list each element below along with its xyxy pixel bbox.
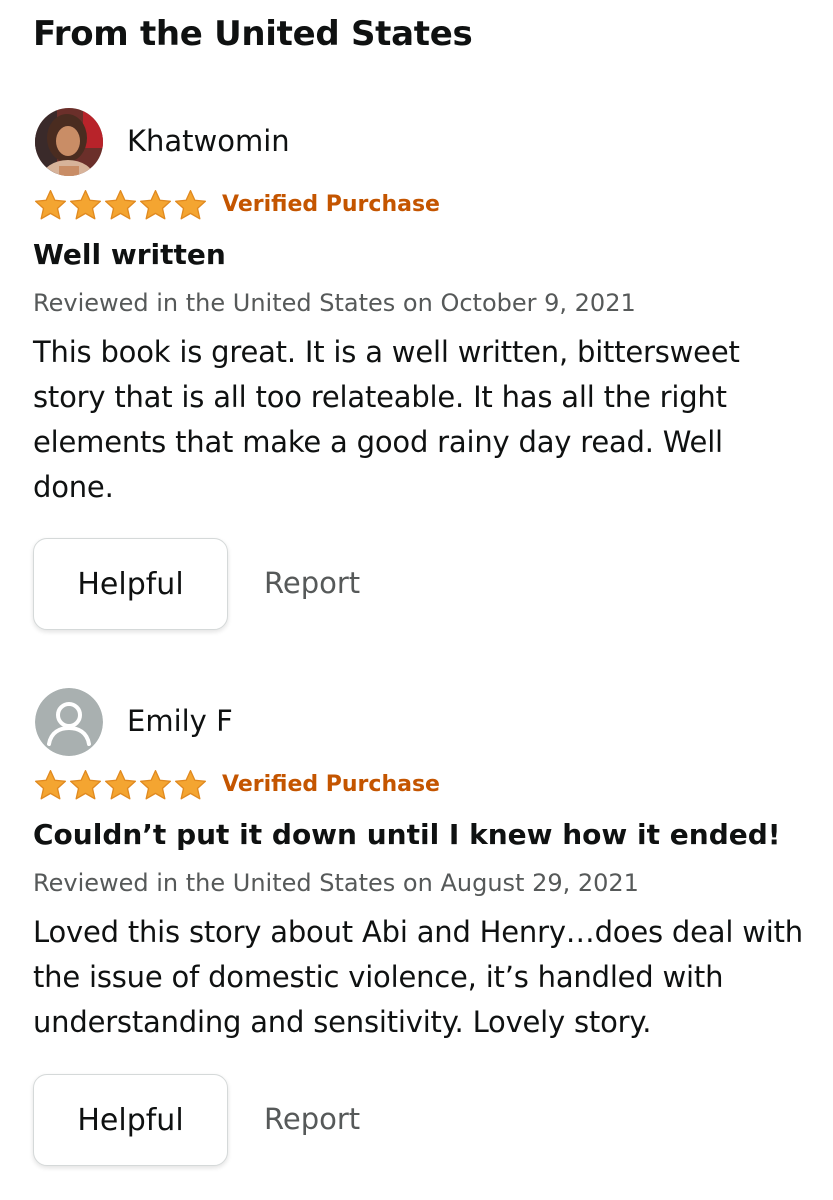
star-rating[interactable]: [33, 188, 208, 223]
star-icon: [69, 189, 102, 220]
avatar: [35, 108, 103, 176]
star-icon: [34, 769, 67, 800]
report-link[interactable]: Report: [264, 566, 360, 600]
star-icon: [104, 769, 137, 800]
star-icon: [139, 189, 172, 220]
section-heading: From the United States: [33, 14, 473, 54]
review-title: Couldn’t put it down until I knew how it…: [33, 818, 781, 851]
star-icon: [104, 189, 137, 220]
helpful-button[interactable]: Helpful: [33, 1074, 228, 1166]
report-link[interactable]: Report: [264, 1102, 360, 1136]
star-icon: [139, 769, 172, 800]
avatar: [35, 688, 103, 756]
star-rating[interactable]: [33, 768, 208, 803]
star-icon: [174, 189, 207, 220]
verified-purchase-badge: Verified Purchase: [222, 772, 440, 797]
review-date: Reviewed in the United States on August …: [33, 869, 639, 897]
star-icon: [69, 769, 102, 800]
rating-row: Verified Purchase: [33, 188, 733, 224]
reviewer-profile[interactable]: Khatwomin: [35, 108, 735, 176]
profile-name: Emily F: [127, 704, 233, 738]
reviews-page: From the United States Khatwomin Verifie…: [0, 0, 833, 1200]
profile-name: Khatwomin: [127, 124, 290, 158]
star-icon: [174, 769, 207, 800]
verified-purchase-badge: Verified Purchase: [222, 192, 440, 217]
review-body: Loved this story about Abi and Henry…doe…: [33, 915, 803, 1039]
review-body: This book is great. It is a well written…: [33, 335, 740, 504]
review-title: Well written: [33, 238, 226, 271]
review-actions: Helpful Report: [33, 538, 733, 630]
user-photo-avatar: [35, 108, 103, 176]
default-person-icon: [35, 688, 103, 756]
review-date: Reviewed in the United States on October…: [33, 289, 636, 317]
helpful-button[interactable]: Helpful: [33, 538, 228, 630]
review-actions: Helpful Report: [33, 1074, 733, 1166]
reviewer-profile[interactable]: Emily F: [35, 688, 735, 756]
rating-row: Verified Purchase: [33, 768, 733, 804]
star-icon: [34, 189, 67, 220]
